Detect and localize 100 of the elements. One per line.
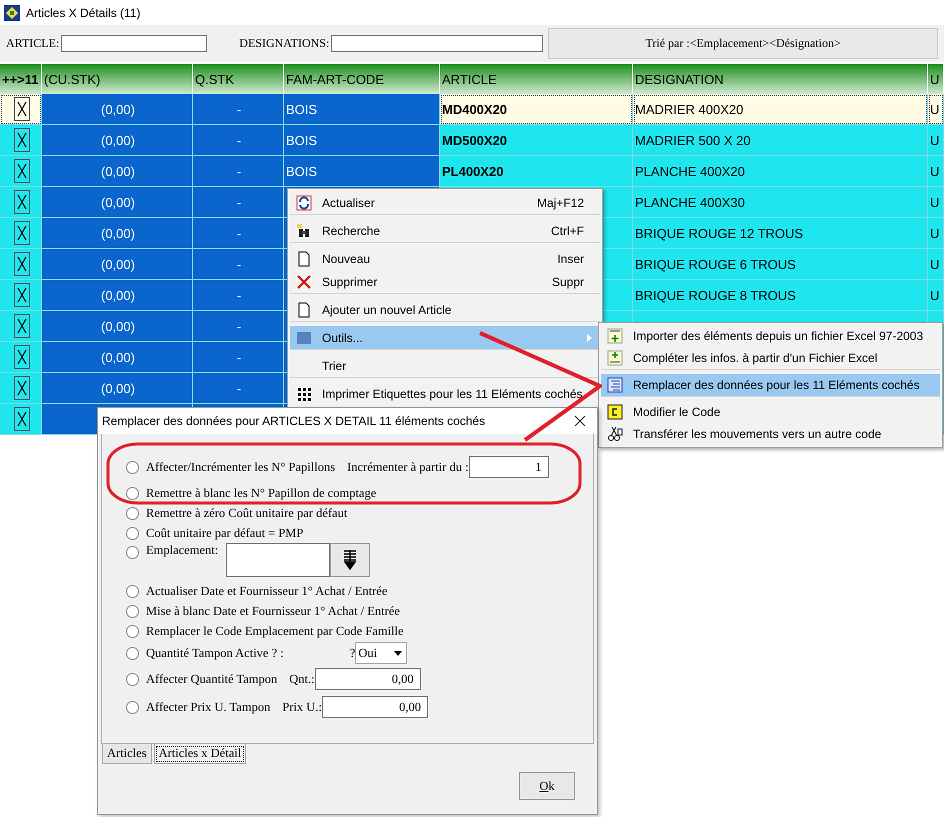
radio-button[interactable] [126, 546, 139, 559]
row-checkbox[interactable] [14, 345, 30, 369]
close-icon [574, 415, 586, 427]
row-checkbox[interactable] [14, 97, 30, 121]
column-header[interactable]: FAM-ART-CODE [284, 64, 440, 94]
table-cell: U [928, 94, 944, 125]
column-header[interactable]: U [928, 64, 944, 94]
designations-field[interactable] [331, 35, 544, 52]
table-cell: (0,00) [42, 280, 193, 311]
submenu-arrow-icon [587, 334, 592, 342]
radio-button[interactable] [126, 646, 139, 660]
column-header[interactable]: DESIGNATION [633, 64, 928, 94]
binoculars-icon [296, 222, 312, 238]
menu-item[interactable]: Remplacer des données pour les 11 Eléments cochés [601, 374, 940, 397]
table-cell: - [193, 218, 284, 249]
radio-button[interactable] [126, 486, 139, 500]
menu-item[interactable]: Importer des éléments depuis un fichier Excel 97-2003 [601, 325, 940, 347]
radio-button[interactable] [126, 604, 139, 618]
amount-field[interactable]: 0,00 [314, 668, 421, 690]
field-label: Incrémenter à partir du : [347, 460, 469, 474]
option-label: Mise à blanc Date et Fournisseur 1° Achat / Entrée [146, 604, 400, 618]
table-cell: - [193, 187, 284, 218]
option-label: Affecter Quantité Tampon [146, 672, 278, 686]
table-cell: BOIS [284, 125, 440, 156]
menu-item[interactable]: Ajouter un nouvel Article [290, 298, 600, 322]
table-cell: - [193, 125, 284, 156]
table-cell: (0,00) [42, 187, 193, 218]
table-cell: U [928, 280, 944, 311]
option-label: Affecter Prix U. Tampon [146, 700, 270, 714]
tab[interactable]: Articles [102, 744, 152, 764]
table-cell: BOIS [284, 94, 440, 125]
row-checkbox[interactable] [14, 221, 30, 245]
menu-item[interactable]: Outils... [290, 326, 600, 350]
menu-item[interactable]: Actualiser Maj+F12 [290, 191, 600, 215]
row-checkbox[interactable] [14, 376, 30, 400]
field-label: Prix U.: [282, 700, 322, 714]
cross-mark-icon [16, 318, 26, 334]
cross-mark-icon [16, 349, 26, 365]
cross-mark-icon [16, 225, 26, 241]
menu-item[interactable]: Nouveau Inser [290, 247, 600, 270]
scissors-icon [607, 426, 623, 442]
table-cell: U [928, 125, 944, 156]
table-cell: BRIQUE ROUGE 8 TROUS [633, 280, 928, 311]
radio-button[interactable] [126, 460, 139, 474]
cross-mark-icon [16, 163, 26, 179]
radio-button[interactable] [126, 506, 139, 520]
app-icon [4, 4, 20, 20]
column-header[interactable]: ARTICLE [440, 64, 633, 94]
menu-item[interactable]: Supprimer Suppr [290, 270, 600, 294]
column-header[interactable]: (CU.STK) [42, 64, 193, 94]
column-header[interactable]: Q.STK [193, 64, 284, 94]
field-label: ? [350, 646, 356, 660]
menu-item[interactable]: Recherche Ctrl+F [290, 219, 600, 243]
row-checkbox[interactable] [14, 314, 30, 338]
radio-button[interactable] [126, 672, 139, 686]
delete-icon [296, 274, 312, 290]
row-checkbox[interactable] [14, 159, 30, 183]
row-checkbox[interactable] [14, 283, 30, 307]
ok-button[interactable]: Ok [519, 772, 575, 800]
column-header[interactable]: ++>11 [0, 64, 42, 94]
article-field[interactable] [61, 35, 208, 52]
menu-item[interactable]: Imprimer Etiquettes pour les 11 Eléments cochés [290, 382, 600, 405]
dropdown[interactable]: Oui [355, 642, 408, 664]
row-checkbox[interactable] [14, 128, 30, 152]
row-checkbox[interactable] [14, 190, 30, 214]
list-indent-icon [607, 377, 623, 393]
radio-button[interactable] [126, 624, 139, 638]
table-cell: - [193, 94, 284, 125]
table-cell: (0,00) [42, 218, 193, 249]
radio-button[interactable] [126, 584, 139, 598]
table-cell: MADRIER 400X20 [633, 94, 928, 125]
table-cell: BRIQUE ROUGE 12 TROUS [633, 218, 928, 249]
table-cell: - [193, 156, 284, 187]
cross-mark-icon [16, 101, 26, 117]
table-cell: BOIS [284, 156, 440, 187]
tab[interactable]: Articles x Détail [154, 744, 246, 764]
table-cell: (0,00) [42, 249, 193, 280]
document-icon [296, 302, 312, 318]
option-label: Remettre à zéro Coût unitaire par défaut [146, 506, 348, 520]
refresh-icon [296, 194, 312, 210]
table-cell: PLANCHE 400X30 [633, 187, 928, 218]
menu-item[interactable]: Transférer les mouvements vers un autre code [601, 423, 940, 445]
table-cell: U [928, 249, 944, 280]
picker-button[interactable] [330, 543, 370, 577]
number-field[interactable]: 1 [468, 456, 549, 478]
row-checkbox[interactable] [14, 407, 30, 431]
table-cell: U [928, 187, 944, 218]
option-label: Remettre à blanc les N° Papillon de comptage [146, 486, 376, 500]
menu-item[interactable]: Modifier le Code [601, 401, 940, 423]
amount-field[interactable]: 0,00 [322, 696, 428, 718]
cross-mark-icon [16, 256, 26, 272]
dropdown-arrow-icon [394, 650, 402, 656]
row-checkbox[interactable] [14, 252, 30, 276]
table-cell: - [193, 342, 284, 373]
menu-item[interactable]: Compléter les infos. à partir d'un Fichier Excel [601, 347, 940, 370]
sort-button[interactable]: Trié par :<Emplacement><Désignation> [548, 28, 938, 59]
table-cell: MD500X20 [440, 125, 633, 156]
radio-button[interactable] [126, 526, 139, 540]
radio-button[interactable] [126, 700, 139, 714]
location-field[interactable] [226, 543, 330, 577]
